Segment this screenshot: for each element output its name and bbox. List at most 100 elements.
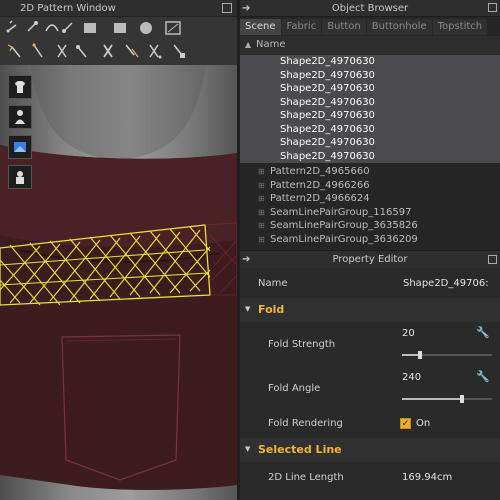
list-item-label: Shape2D_4970630 (280, 150, 375, 162)
list-item[interactable]: ⊞ Pattern2D_4965660 (240, 165, 500, 179)
internal-rectangle-tool-icon[interactable] (165, 21, 181, 35)
collapse-icon[interactable]: ▲ (245, 36, 251, 54)
fold-rendering-checkbox[interactable]: ✓ (400, 418, 411, 429)
list-item[interactable]: Shape2D_4970630 (240, 82, 500, 96)
panel-arrow-icon[interactable]: ➔ (242, 251, 250, 269)
list-item-label: SeamLinePairGroup_3635826 (270, 220, 418, 231)
list-item-label: Shape2D_4970630 (280, 69, 375, 81)
pattern-window-title: 2D Pattern Window (20, 3, 116, 14)
tack-tool-icon[interactable] (57, 44, 67, 58)
avatar-icon[interactable] (8, 105, 32, 129)
name-value[interactable]: Shape2D_49706: (403, 278, 489, 289)
fold-rendering-value: On (416, 418, 431, 429)
list-item[interactable]: Shape2D_4970630 (240, 109, 500, 123)
fold-angle-slider[interactable] (402, 395, 492, 403)
app-root: 2D Pattern Window ➔ Object Browser Scene… (0, 0, 500, 500)
list-item[interactable]: Shape2D_4970630 (240, 123, 500, 137)
pattern-window: 2D Pattern Window (0, 0, 237, 500)
list-item-label: Pattern2D_4966624 (270, 193, 370, 204)
line-length-label: 2D Line Length (268, 472, 344, 483)
list-item-label: Shape2D_4970630 (280, 137, 375, 148)
wrench-icon[interactable]: 🔧 (476, 326, 490, 339)
property-editor-titlebar: ➔ Property Editor (240, 250, 500, 268)
tab-topstitch[interactable]: Topstitch (432, 19, 488, 35)
maximize-icon[interactable] (222, 3, 232, 13)
collapse-triangle-icon[interactable]: ▼ (245, 305, 250, 313)
selected-line-section-header[interactable]: ▼ Selected Line (240, 438, 500, 462)
avatar-silhouette-icon[interactable] (8, 165, 32, 189)
selected-line-section-title: Selected Line (258, 443, 342, 456)
fold-rendering-label: Fold Rendering (268, 418, 343, 429)
list-item[interactable]: ⊞ Pattern2D_4966266 (240, 179, 500, 193)
edit-point-tool-icon[interactable] (27, 21, 38, 32)
tree-branch-icon: ⊞ (258, 234, 265, 244)
pattern-viewport[interactable] (0, 65, 237, 500)
list-item[interactable]: Shape2D_4970630 (240, 136, 500, 150)
tab-scene[interactable]: Scene (240, 19, 281, 35)
collapse-triangle-icon[interactable]: ▼ (245, 445, 250, 453)
tab-fabric[interactable]: Fabric (281, 19, 322, 35)
object-browser-titlebar: ➔ Object Browser (240, 0, 500, 17)
object-browser-title: Object Browser (331, 3, 409, 14)
tree-branch-icon: ⊞ (258, 207, 265, 217)
texture-icon[interactable] (8, 135, 32, 159)
curve-point-tool-icon[interactable] (62, 22, 73, 33)
list-item[interactable]: Shape2D_4970630 (240, 96, 500, 110)
side-toolbar (8, 75, 32, 195)
list-item[interactable]: ⊞ Pattern2D_4966624 (240, 192, 500, 206)
maximize-icon[interactable] (488, 255, 497, 264)
list-item[interactable]: ⊞ SeamLinePairGroup_3635826 (240, 219, 500, 233)
tree-branch-icon: ⊞ (258, 221, 265, 230)
fold-arrangement-tool-icon[interactable] (103, 44, 113, 58)
edit-pattern-tool-icon[interactable] (6, 20, 17, 33)
name-label: Name (258, 278, 288, 289)
circle-tool-icon[interactable] (140, 22, 152, 34)
tab-button[interactable]: Button (322, 19, 366, 35)
slider-fill (402, 398, 463, 400)
fold-strength-slider[interactable] (402, 351, 492, 359)
list-item-label: SeamLinePairGroup_116597 (270, 206, 412, 218)
maximize-icon[interactable] (488, 3, 497, 12)
list-item[interactable]: ⊞ SeamLinePairGroup_3636209 (240, 233, 500, 247)
pin-tool-icon[interactable] (76, 45, 87, 58)
trace-tool-icon[interactable] (149, 44, 162, 59)
tree-branch-icon: ⊞ (258, 180, 265, 190)
list-item-label: Pattern2D_4966266 (270, 179, 370, 191)
segment-sewing-tool-icon[interactable] (7, 44, 21, 58)
name-column-header: Name (256, 39, 286, 50)
tree-header[interactable]: ▲ Name (240, 36, 500, 54)
right-panel: ➔ Object Browser Scene Fabric Button But… (240, 0, 500, 500)
line-length-value[interactable]: 169.94cm (402, 472, 452, 483)
list-item[interactable]: Shape2D_4970630 (240, 150, 500, 164)
list-item[interactable]: ⊞ SeamLinePairGroup_116597 (240, 206, 500, 220)
edit-curve-tool-icon[interactable] (45, 24, 59, 32)
garment-icon[interactable] (8, 75, 32, 99)
fold-angle-value[interactable]: 240 (402, 372, 421, 383)
list-item-label: Shape2D_4970630 (280, 56, 375, 67)
fold-strength-value[interactable]: 20 (402, 328, 415, 339)
scene-tree: Shape2D_4970630 Shape2D_4970630 Shape2D_… (240, 55, 500, 248)
fold-section-header[interactable]: ▼ Fold (240, 298, 500, 322)
panel-arrow-icon[interactable]: ➔ (242, 0, 250, 17)
slider-knob[interactable] (460, 395, 465, 403)
rectangle-tool-icon[interactable] (114, 23, 126, 33)
topstitch-tool-icon[interactable] (125, 44, 139, 58)
list-item-label: Shape2D_4970630 (280, 123, 375, 135)
list-item-label: Shape2D_4970630 (280, 110, 375, 121)
list-item[interactable]: Shape2D_4970630 (240, 55, 500, 69)
property-editor: Name Shape2D_49706: ▼ Fold Fold Strength… (240, 268, 500, 500)
tab-buttonhole[interactable]: Buttonhole (366, 19, 432, 35)
list-item-label: SeamLinePairGroup_3636209 (270, 233, 418, 245)
annotation-tool-icon[interactable] (173, 44, 185, 58)
list-item-label: Shape2D_4970630 (280, 96, 375, 108)
tree-branch-icon: ⊞ (258, 167, 265, 176)
fold-angle-label: Fold Angle (268, 383, 321, 394)
polygon-tool-icon[interactable] (84, 23, 96, 33)
list-item-label: Shape2D_4970630 (280, 83, 375, 94)
free-sewing-tool-icon[interactable] (32, 43, 43, 58)
list-item[interactable]: Shape2D_4970630 (240, 69, 500, 83)
wrench-icon[interactable]: 🔧 (476, 370, 490, 383)
fold-section-title: Fold (258, 303, 285, 316)
fold-strength-label: Fold Strength (268, 339, 336, 350)
slider-knob[interactable] (418, 351, 422, 359)
